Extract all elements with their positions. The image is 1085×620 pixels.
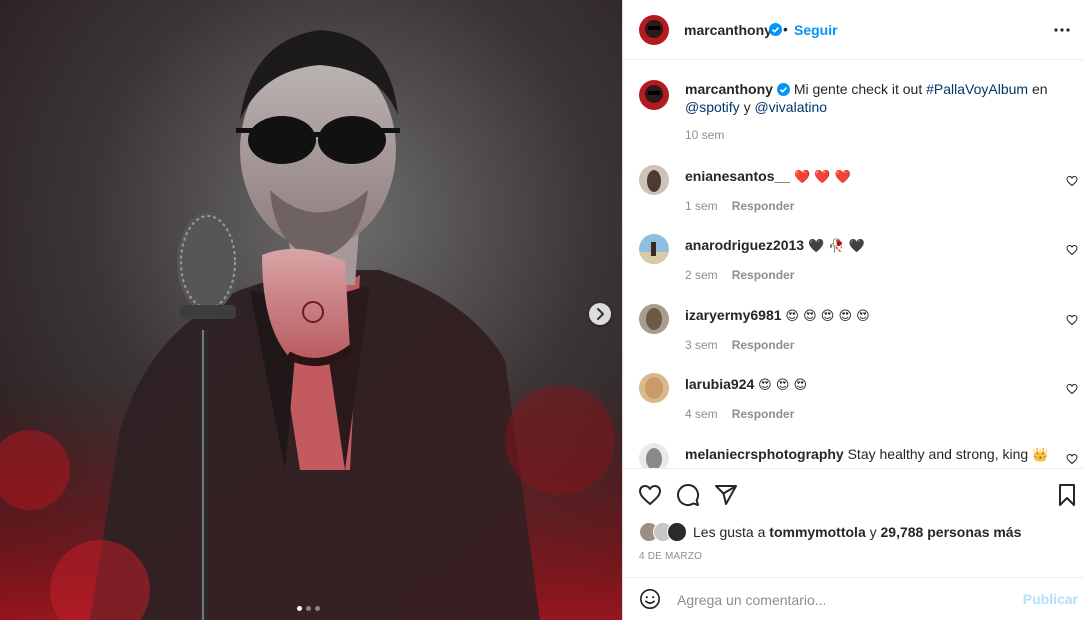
verified-icon (769, 23, 782, 36)
reply-button[interactable]: Responder (732, 199, 795, 213)
caption-time[interactable]: 10 sem (685, 128, 724, 142)
likes-count[interactable]: 29,788 personas más (881, 524, 1022, 540)
comment-emoji: ❤️ ❤️ ❤️ (793, 170, 851, 185)
reply-button[interactable]: Responder (732, 268, 795, 282)
likes-summary: Les gusta a tommymottola y 29,788 person… (639, 522, 1021, 542)
publish-button[interactable]: Publicar (1023, 591, 1078, 607)
caption-body-3: y (739, 99, 755, 115)
comment-meta: 4 sem Responder (685, 407, 794, 421)
comment-username[interactable]: anarodriguez2013 (685, 237, 804, 253)
comment-emoji: 🖤 🥀 🖤 (807, 239, 865, 254)
comment-text: enianesantos__ ❤️ ❤️ ❤️ (685, 167, 1077, 187)
carousel-dot (315, 606, 320, 611)
comments-list[interactable]: marcanthony Mi gente check it out #Palla… (623, 60, 1085, 468)
heart-icon[interactable] (1066, 314, 1078, 326)
comment-emoji: 😍 😍 😍 (758, 378, 808, 393)
comment-meta: 2 sem Responder (685, 268, 794, 282)
caption-username[interactable]: marcanthony (685, 81, 773, 97)
post-header: marcanthony • Seguir (623, 0, 1085, 60)
comment-text: melaniecrsphotography Stay healthy and s… (685, 445, 1077, 465)
comment-meta: 3 sem Responder (685, 338, 794, 352)
liker-avatars[interactable] (639, 522, 687, 542)
add-comment-bar: Publicar (623, 577, 1085, 620)
more-icon (1054, 28, 1070, 32)
heart-icon[interactable] (1066, 244, 1078, 256)
heart-icon[interactable] (1066, 383, 1078, 395)
reply-button[interactable]: Responder (732, 338, 795, 352)
comment-input[interactable] (675, 588, 1009, 612)
avatar[interactable] (639, 165, 669, 195)
carousel-indicators (297, 606, 320, 611)
post-side-panel: marcanthony • Seguir marcanthony Mi gent… (622, 0, 1085, 620)
hashtag-link[interactable]: #PallaVoyAlbum (926, 81, 1028, 97)
header-separator: • (783, 21, 788, 37)
post-date[interactable]: 4 DE MARZO (639, 551, 702, 562)
comment-time[interactable]: 2 sem (685, 268, 718, 282)
likes-prefix: Les gusta a (693, 524, 766, 540)
follow-button[interactable]: Seguir (794, 22, 838, 38)
comment-username[interactable]: izaryermy6981 (685, 307, 782, 323)
comment-time[interactable]: 3 sem (685, 338, 718, 352)
comment-emoji: 😍 😍 😍 😍 😍 (785, 309, 870, 324)
comment-meta: 1 sem Responder (685, 199, 794, 213)
post-photo (0, 0, 622, 620)
bookmark-icon[interactable] (1055, 483, 1079, 507)
post-media[interactable] (0, 0, 622, 620)
avatar[interactable] (639, 234, 669, 264)
heart-icon[interactable] (638, 483, 662, 507)
avatar (667, 522, 687, 542)
caption-body-2: en (1028, 81, 1048, 97)
verified-icon (776, 83, 790, 96)
caption-text: marcanthony Mi gente check it out #Palla… (685, 80, 1077, 116)
carousel-dot (297, 606, 302, 611)
avatar[interactable] (639, 15, 669, 45)
likes-mid: y (869, 524, 877, 540)
heart-icon[interactable] (1066, 175, 1078, 187)
comment-username[interactable]: melaniecrsphotography (685, 446, 844, 462)
likes-user[interactable]: tommymottola (769, 524, 865, 540)
comment-time[interactable]: 4 sem (685, 407, 718, 421)
reply-button[interactable]: Responder (732, 407, 795, 421)
comment-text: anarodriguez2013 🖤 🥀 🖤 (685, 236, 1077, 256)
mention-link-vivalatino[interactable]: @vivalatino (754, 99, 827, 115)
share-icon[interactable] (714, 483, 738, 507)
caption-body: Mi gente check it out (793, 81, 927, 97)
comment-text: larubia924 😍 😍 😍 (685, 375, 1077, 395)
comment-emoji: 👑 (1032, 448, 1049, 463)
comment-text: izaryermy6981 😍 😍 😍 😍 😍 (685, 306, 1077, 326)
comment-username[interactable]: enianesantos__ (685, 168, 790, 184)
comment-body: Stay healthy and strong, king (847, 446, 1029, 462)
comment-icon[interactable] (676, 483, 700, 507)
chevron-right-icon (597, 308, 604, 320)
heart-icon[interactable] (1066, 453, 1078, 465)
next-slide-button[interactable] (589, 303, 611, 325)
avatar[interactable] (639, 443, 669, 468)
emoji-icon[interactable] (639, 588, 661, 610)
comment-username[interactable]: larubia924 (685, 376, 754, 392)
avatar[interactable] (639, 373, 669, 403)
comment-time[interactable]: 1 sem (685, 199, 718, 213)
avatar[interactable] (639, 80, 669, 110)
carousel-dot (306, 606, 311, 611)
avatar[interactable] (639, 304, 669, 334)
more-options-button[interactable] (1050, 18, 1074, 42)
mention-link-spotify[interactable]: @spotify (685, 99, 740, 115)
header-username[interactable]: marcanthony (684, 22, 772, 38)
action-bar (623, 468, 1085, 506)
